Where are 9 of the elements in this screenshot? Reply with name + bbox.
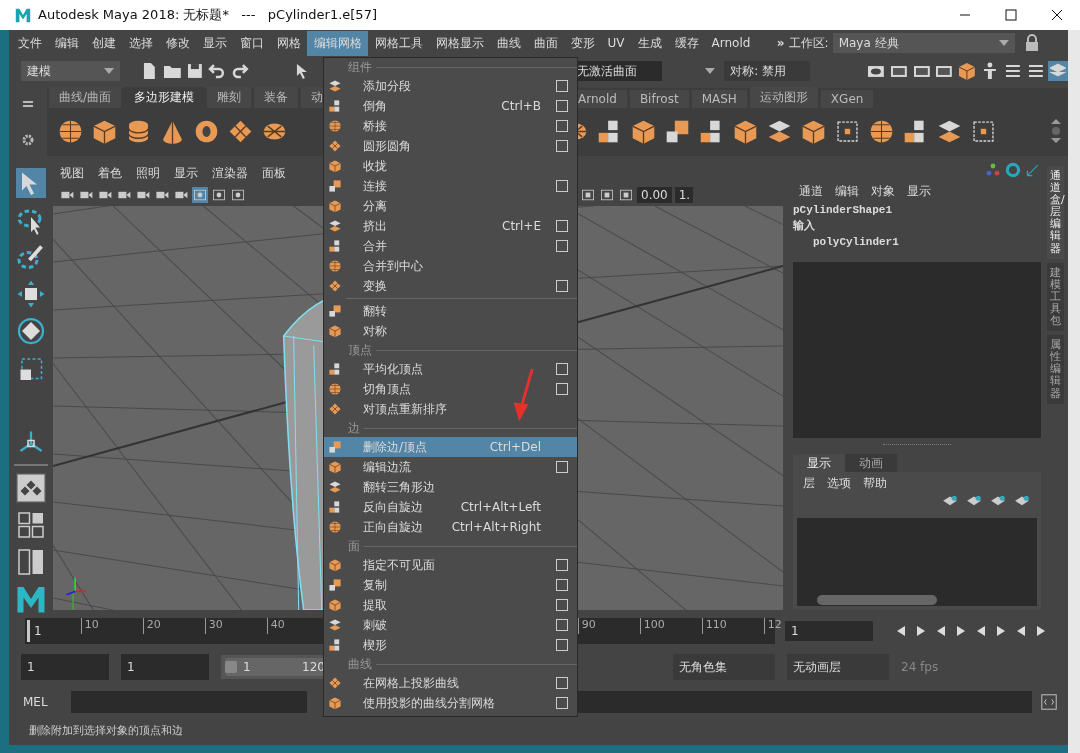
inputs-label: 输入 xyxy=(793,218,816,234)
window-title: Autodesk Maya 2018: 无标题* --- pCylinder1.e[57] xyxy=(38,6,377,24)
workspace-label: 工作区: xyxy=(788,34,829,52)
menu-section-header: 顶点 xyxy=(348,341,372,359)
menu-section-header: 面 xyxy=(348,537,360,555)
menu-section-header: 边 xyxy=(348,419,360,437)
menu-section-header: 曲线 xyxy=(348,655,372,673)
menu-section-header: 组件 xyxy=(348,58,372,76)
help-line-text: 删除附加到选择对象的顶点和边 xyxy=(28,722,184,739)
